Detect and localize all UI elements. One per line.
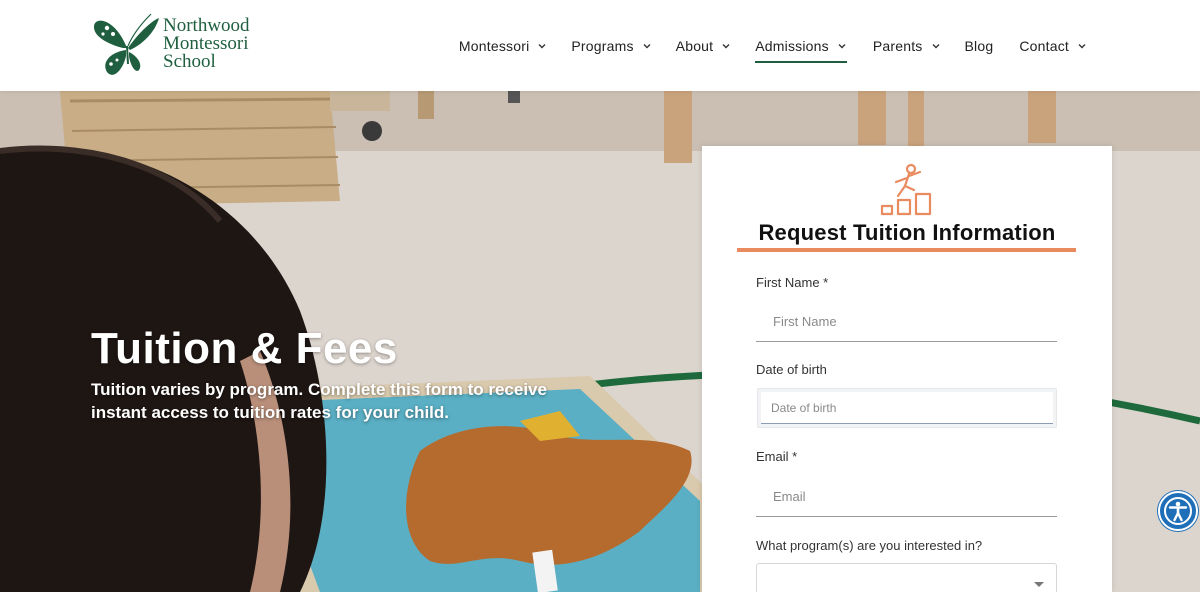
logo-wordmark: Northwood Montessori School: [163, 16, 250, 72]
main-nav: Montessori Programs About Admissions Par…: [459, 0, 1087, 91]
butterfly-icon: [93, 13, 159, 75]
site-header: Northwood Montessori School Montessori P…: [0, 0, 1200, 91]
nav-item-admissions[interactable]: Admissions: [755, 26, 847, 66]
nav-label: Admissions: [755, 37, 829, 54]
caret-down-icon: [1034, 582, 1044, 587]
nav-label: Contact: [1019, 37, 1069, 54]
email-input[interactable]: [756, 477, 1057, 517]
title-underline: [737, 248, 1076, 252]
nav-item-about[interactable]: About: [676, 26, 732, 66]
accessibility-icon: [1164, 497, 1192, 525]
chevron-down-icon: [932, 43, 940, 48]
email-label: Email *: [756, 449, 798, 464]
page-title: Tuition & Fees: [91, 324, 398, 373]
chevron-down-icon: [838, 43, 846, 48]
nav-label: Blog: [964, 37, 994, 54]
chevron-down-icon: [643, 43, 651, 48]
nav-item-blog[interactable]: Blog: [965, 26, 994, 66]
site-logo[interactable]: Northwood Montessori School: [93, 12, 273, 78]
program-label: What program(s) are you interested in?: [756, 538, 983, 553]
chevron-down-icon: [1078, 43, 1086, 48]
form-title: Request Tuition Information: [758, 220, 1056, 245]
climbing-steps-icon: [880, 163, 932, 216]
logo-line-3: School: [163, 51, 216, 72]
program-select[interactable]: [756, 563, 1057, 592]
tuition-request-form: Request Tuition Information First Name *…: [702, 146, 1112, 592]
chevron-down-icon: [538, 43, 546, 48]
first-name-input[interactable]: [756, 302, 1057, 342]
accessibility-button[interactable]: [1158, 491, 1198, 531]
nav-item-montessori[interactable]: Montessori: [459, 26, 547, 66]
dob-label: Date of birth: [756, 362, 827, 377]
nav-label: Montessori: [458, 37, 530, 54]
first-name-label: First Name *: [756, 275, 829, 290]
nav-label: Parents: [872, 37, 923, 54]
nav-item-parents[interactable]: Parents: [873, 26, 941, 66]
nav-label: About: [675, 37, 714, 54]
dob-input[interactable]: [761, 392, 1053, 424]
hero-subtitle: Tuition varies by program. Complete this…: [91, 380, 547, 422]
nav-item-contact[interactable]: Contact: [1019, 26, 1087, 66]
chevron-down-icon: [722, 43, 730, 48]
nav-item-programs[interactable]: Programs: [571, 26, 651, 66]
nav-label: Programs: [571, 37, 634, 54]
dob-field-wrapper: [757, 388, 1057, 428]
